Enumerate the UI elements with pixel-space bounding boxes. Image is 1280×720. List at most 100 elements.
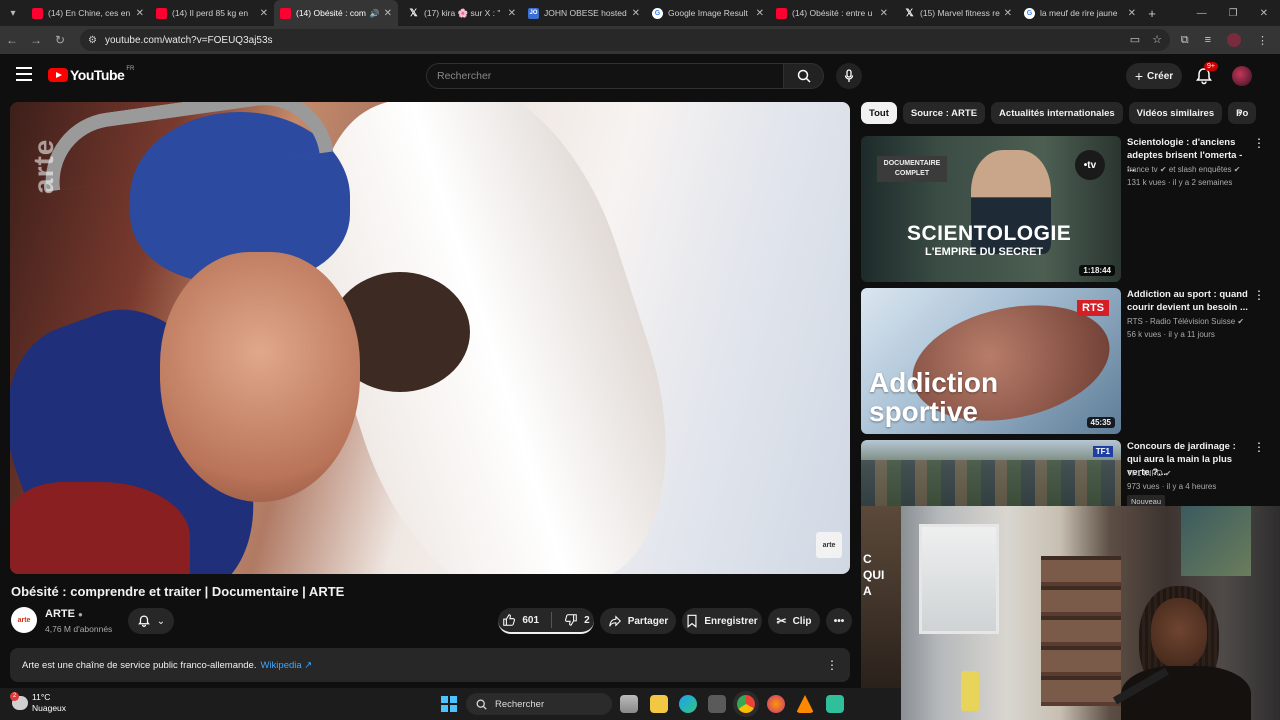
save-button[interactable]: Enregistrer bbox=[682, 608, 762, 634]
hamburger-menu-icon[interactable] bbox=[16, 67, 32, 81]
back-icon[interactable]: ← bbox=[0, 33, 24, 47]
file-explorer-icon[interactable] bbox=[650, 695, 668, 713]
create-button[interactable]: + Créer bbox=[1126, 63, 1182, 89]
chip-source-arte[interactable]: Source : ARTE bbox=[902, 102, 986, 124]
plus-icon: + bbox=[1134, 68, 1144, 84]
weather-widget[interactable]: 11°C Nuageux bbox=[10, 692, 66, 714]
taskbar-search[interactable]: Rechercher bbox=[466, 693, 612, 715]
scissors-icon: ✂ bbox=[776, 614, 787, 628]
thumbnail-subheadline: L'EMPIRE DU SECRET bbox=[925, 246, 1044, 258]
profile-icon[interactable] bbox=[1227, 33, 1241, 47]
more-vertical-icon[interactable]: ⋮ bbox=[1253, 136, 1265, 150]
tab-title: Google Image Result bbox=[668, 8, 748, 18]
description-box[interactable]: Arte est une chaîne de service public fr… bbox=[10, 648, 850, 682]
channel-avatar[interactable]: arte bbox=[11, 607, 37, 633]
chip-similar-videos[interactable]: Vidéos similaires bbox=[1128, 102, 1223, 124]
chip-all[interactable]: Tout bbox=[861, 102, 897, 124]
search-button[interactable] bbox=[784, 63, 824, 89]
recommendation-channel[interactable]: france tv ✔ et slash enquêtes ✔ bbox=[1127, 165, 1240, 174]
dislike-button[interactable]: 2 bbox=[564, 613, 590, 627]
like-button[interactable]: 601 bbox=[502, 613, 539, 627]
clip-button[interactable]: ✂ Clip bbox=[768, 608, 820, 634]
browser-tab-active[interactable]: (14) Obésité : com 🔊 ✕ bbox=[274, 0, 398, 26]
reload-icon[interactable]: ↻ bbox=[48, 33, 72, 47]
description-menu-icon[interactable]: ⋮ bbox=[826, 658, 838, 672]
recommendation-item[interactable]: DOCUMENTAIRE COMPLET •tv SCIENTOLOGIE L'… bbox=[861, 136, 1265, 282]
browser-tab[interactable]: 𝕏 (15) Marvel fitness re ✕ bbox=[894, 0, 1018, 26]
chevron-right-icon[interactable]: › bbox=[1238, 106, 1242, 120]
share-button[interactable]: Partager bbox=[600, 608, 676, 634]
windows-start-icon[interactable] bbox=[441, 696, 457, 712]
like-count: 601 bbox=[522, 614, 540, 626]
wikipedia-link[interactable]: Wikipedia ↗ bbox=[260, 660, 312, 671]
chip-partial[interactable]: Po bbox=[1228, 102, 1257, 124]
bookmark-star-icon[interactable]: ☆ bbox=[1152, 33, 1162, 46]
logo-wordmark: YouTube bbox=[70, 67, 125, 83]
tab-search-icon[interactable]: ▾ bbox=[0, 0, 26, 26]
firefox-icon[interactable] bbox=[767, 695, 785, 713]
forward-icon[interactable]: → bbox=[24, 33, 48, 47]
close-tab-icon[interactable]: ✕ bbox=[1004, 8, 1012, 19]
taskbar-search-label: Rechercher bbox=[495, 698, 545, 710]
vlc-icon[interactable] bbox=[796, 695, 814, 713]
browser-tab[interactable]: (14) Obésité : entre u ✕ bbox=[770, 0, 894, 26]
store-icon[interactable] bbox=[708, 695, 726, 713]
app-icon[interactable] bbox=[826, 695, 844, 713]
chip-international-news[interactable]: Actualités internationales bbox=[991, 102, 1123, 124]
recommendation-channel[interactable]: RTS - Radio Télévision Suisse ✔ bbox=[1127, 317, 1244, 326]
video-player[interactable]: arte arte bbox=[10, 102, 850, 574]
more-vertical-icon[interactable]: ⋮ bbox=[1253, 288, 1265, 302]
close-tab-icon[interactable]: ✕ bbox=[384, 8, 392, 19]
video-thumbnail[interactable]: DOCUMENTAIRE COMPLET •tv SCIENTOLOGIE L'… bbox=[861, 136, 1121, 282]
tab-title: la meuf de rire jaune bbox=[1040, 8, 1118, 18]
duration-badge: 45:35 bbox=[1086, 417, 1115, 428]
more-vertical-icon[interactable]: ⋮ bbox=[1253, 440, 1265, 454]
edge-icon[interactable] bbox=[679, 695, 697, 713]
browser-tab-strip: ▾ (14) En Chine, ces en ✕ (14) Il perd 85… bbox=[0, 0, 1280, 26]
browser-tab[interactable]: Gla meuf de rire jaune ✕ bbox=[1018, 0, 1142, 26]
channel-name[interactable]: ARTE ● bbox=[45, 608, 83, 620]
close-tab-icon[interactable]: ✕ bbox=[1128, 8, 1136, 19]
recommendation-thumbnail-partial[interactable]: C QUI A bbox=[861, 506, 901, 688]
bookmark-icon bbox=[687, 614, 697, 628]
account-avatar[interactable] bbox=[1232, 66, 1252, 86]
speaker-icon[interactable]: 🔊 bbox=[370, 9, 380, 18]
browser-tab[interactable]: G Google Image Result ✕ bbox=[646, 0, 770, 26]
recommendation-item[interactable]: RTS Addiction sportive 45:35 Addiction a… bbox=[861, 288, 1265, 434]
menu-kebab-icon[interactable]: ⋮ bbox=[1257, 34, 1268, 47]
extensions-icon[interactable]: ⧉ bbox=[1181, 34, 1189, 47]
browser-tab[interactable]: JO JOHN OBESE hosted ✕ bbox=[522, 0, 646, 26]
cast-icon[interactable]: ▭ bbox=[1130, 33, 1140, 46]
browser-tab[interactable]: (14) Il perd 85 kg en ✕ bbox=[150, 0, 274, 26]
browser-tab[interactable]: 𝕏 (17) kira 🌸 sur X : " ✕ bbox=[398, 0, 522, 26]
new-tab-button[interactable]: + bbox=[1142, 6, 1162, 21]
video-title: Obésité : comprendre et traiter | Docume… bbox=[11, 584, 345, 599]
voice-search-button[interactable] bbox=[836, 63, 862, 89]
close-tab-icon[interactable]: ✕ bbox=[260, 8, 268, 19]
address-bar[interactable]: ⚙ youtube.com/watch?v=FOEUQ3aj53s ▭ ☆ bbox=[80, 29, 1170, 51]
close-tab-icon[interactable]: ✕ bbox=[136, 8, 144, 19]
browser-tab[interactable]: (14) En Chine, ces en ✕ bbox=[26, 0, 150, 26]
recommendation-channel[interactable]: TF1 INFO ✔ bbox=[1127, 469, 1171, 478]
close-tab-icon[interactable]: ✕ bbox=[880, 8, 888, 19]
minimize-icon[interactable]: — bbox=[1197, 8, 1207, 19]
recommendation-item[interactable]: TF1 Concours de jardinage : qui aura la … bbox=[861, 440, 1265, 508]
video-thumbnail[interactable]: RTS Addiction sportive 45:35 bbox=[861, 288, 1121, 434]
close-window-icon[interactable]: ✕ bbox=[1260, 8, 1268, 19]
search-input[interactable]: Rechercher bbox=[426, 63, 784, 89]
tab-title: (17) kira 🌸 sur X : " bbox=[424, 7, 501, 18]
chrome-icon[interactable] bbox=[737, 695, 755, 713]
recommendation-title[interactable]: Addiction au sport : quand courir devien… bbox=[1127, 288, 1249, 314]
close-tab-icon[interactable]: ✕ bbox=[632, 8, 640, 19]
task-view-icon[interactable] bbox=[620, 695, 638, 713]
media-control-icon[interactable]: ≡ bbox=[1205, 34, 1211, 46]
youtube-logo[interactable]: YouTube FR bbox=[48, 66, 134, 83]
close-tab-icon[interactable]: ✕ bbox=[508, 8, 516, 19]
site-info-icon[interactable]: ⚙ bbox=[88, 35, 97, 46]
video-thumbnail[interactable]: TF1 bbox=[861, 440, 1121, 506]
restore-icon[interactable]: ❐ bbox=[1229, 8, 1238, 19]
window-controls: — ❐ ✕ bbox=[1197, 0, 1280, 26]
close-tab-icon[interactable]: ✕ bbox=[756, 8, 764, 19]
subscription-bell-button[interactable]: ⌄ bbox=[128, 608, 174, 634]
more-actions-button[interactable]: ••• bbox=[826, 608, 852, 634]
